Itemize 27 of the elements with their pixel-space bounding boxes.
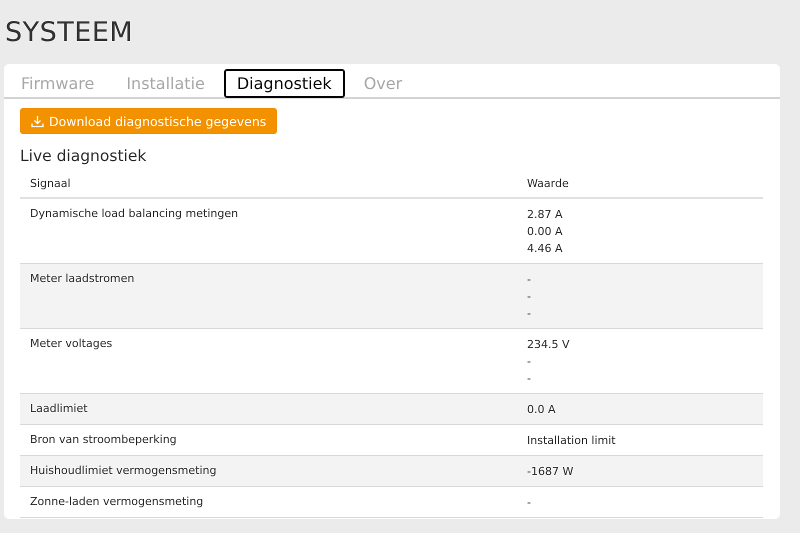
download-icon (31, 114, 44, 128)
table-cell-text: 2.87 A (527, 207, 564, 223)
column-header: Waarde (517, 169, 763, 198)
download-button[interactable]: Download diagnostische gegevens (20, 108, 278, 134)
column-header: Signaal (20, 169, 517, 198)
table-cell-text: - (527, 306, 532, 322)
table-cell-text: - (527, 354, 532, 370)
tab[interactable]: Installatie (113, 69, 218, 98)
table-cell-text: 0.0 A (527, 402, 557, 418)
section-title: Live diagnostiek (20, 147, 148, 165)
tab[interactable]: Over (350, 69, 416, 98)
table-cell-text: - (527, 371, 532, 387)
table-cell: Laadlimiet (20, 394, 517, 424)
table-cell-text: -1687 W (527, 464, 574, 480)
table-cell: Meter laadstromen (20, 264, 517, 328)
table-cell-text: 0.00 A (527, 224, 564, 240)
tab[interactable]: Diagnostiek (224, 69, 345, 98)
table-cell: Huishoudlimiet vermogensmeting (20, 456, 517, 486)
table-cell-text: 4.46 A (527, 241, 564, 257)
page-title: SYSTEEM (5, 16, 134, 50)
table-cell-text: - (527, 289, 532, 305)
table-cell-text: Installation limit (527, 433, 617, 449)
table-cell-text: - (527, 495, 532, 511)
table-cell-text: 234.5 V (527, 337, 571, 353)
table-cell: Zonne-laden vermogensmeting (20, 486, 517, 518)
tab[interactable]: Firmware (8, 69, 108, 98)
table-cell-text: - (527, 272, 532, 288)
